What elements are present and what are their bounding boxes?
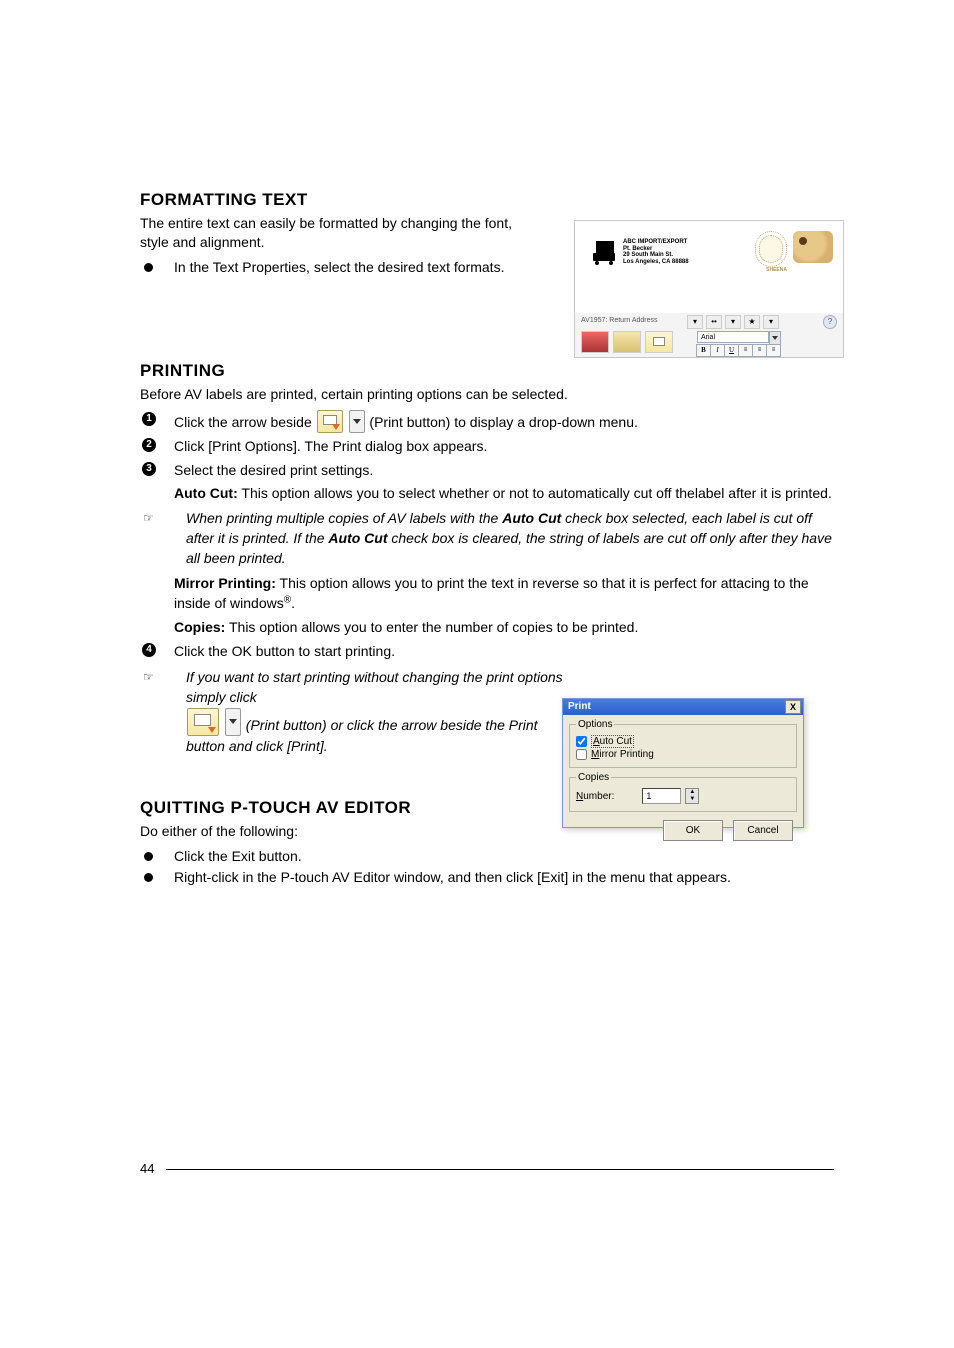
print-button-icon-big bbox=[187, 708, 219, 736]
screenshot-print-dialog: Print X Options Auto Cut Mirror Printing… bbox=[562, 698, 804, 828]
editor-dog-image bbox=[793, 231, 833, 263]
note1-autocut1: Auto Cut bbox=[502, 510, 561, 526]
editor-underline-button[interactable]: U bbox=[724, 344, 739, 357]
copies-fieldset: Copies Number: 1 ▲ ▼ bbox=[569, 772, 797, 812]
mirror-checkbox-label: Mirror Printing bbox=[591, 749, 654, 760]
editor-toolbar-button1[interactable]: ▾ bbox=[687, 315, 703, 329]
mirror-period: . bbox=[291, 595, 295, 611]
editor-thumb-1[interactable] bbox=[581, 331, 609, 353]
cancel-button[interactable]: Cancel bbox=[733, 820, 793, 841]
copies-legend: Copies bbox=[576, 772, 611, 783]
autocut-label: Auto Cut: bbox=[174, 485, 238, 501]
number-input[interactable]: 1 bbox=[642, 788, 681, 804]
dialog-close-button[interactable]: X bbox=[785, 700, 801, 714]
options-fieldset: Options Auto Cut Mirror Printing bbox=[569, 719, 797, 768]
heading-printing: PRINTING bbox=[140, 361, 834, 381]
note1-before: When printing multiple copies of AV labe… bbox=[186, 510, 502, 526]
bullet-dot-icon-2 bbox=[144, 852, 153, 861]
mirror-checkbox[interactable] bbox=[576, 749, 587, 760]
mirror-option: Mirror Printing: This option allows you … bbox=[140, 573, 834, 614]
autocut-option: Auto Cut: This option allows you to sele… bbox=[140, 483, 834, 503]
printing-step-2: 2 Click [Print Options]. The Print dialo… bbox=[140, 436, 834, 458]
options-legend: Options bbox=[576, 719, 614, 730]
printing-step1-before: Click the arrow beside bbox=[174, 414, 316, 430]
editor-toolbar-button3[interactable]: ▾ bbox=[725, 315, 741, 329]
editor-align-left-button[interactable]: ≡ bbox=[738, 344, 753, 357]
autocut-checkbox-label: Auto Cut bbox=[591, 735, 634, 748]
editor-font-dropdown[interactable] bbox=[769, 331, 781, 345]
note2a-text: If you want to start printing without ch… bbox=[186, 669, 563, 705]
printing-step-4: 4 Click the OK button to start printing. bbox=[140, 641, 834, 663]
autocut-text: This option allows you to select whether… bbox=[238, 485, 832, 501]
step-number-4-icon: 4 bbox=[142, 643, 156, 657]
dialog-title: Print bbox=[568, 701, 591, 712]
page-footer-rule bbox=[166, 1169, 834, 1170]
quitting-bullet2-text: Right-click in the P-touch AV Editor win… bbox=[174, 869, 731, 885]
editor-italic-button[interactable]: I bbox=[710, 344, 725, 357]
printing-note-2: ☞ If you want to start printing without … bbox=[140, 667, 566, 756]
spinner-up-icon[interactable]: ▲ bbox=[686, 789, 698, 796]
editor-toolbar-button4[interactable]: ▾ bbox=[763, 315, 779, 329]
editor-template-name: AV1957: Return Address bbox=[581, 317, 658, 324]
bullet-dot-icon-3 bbox=[144, 873, 153, 882]
bullet-dot-icon bbox=[144, 263, 153, 272]
note-hand-icon-2: ☞ bbox=[143, 669, 154, 686]
number-spinner[interactable]: ▲ ▼ bbox=[685, 788, 699, 804]
formatting-intro: The entire text can easily be formatted … bbox=[140, 214, 520, 252]
formatting-bullet-1: In the Text Properties, select the desir… bbox=[140, 258, 520, 278]
dropdown-arrow-icon-big bbox=[225, 708, 241, 736]
copies-label: Copies: bbox=[174, 619, 225, 635]
heading-formatting: FORMATTING TEXT bbox=[140, 190, 834, 210]
printing-step-1: 1 Click the arrow beside (Print button) … bbox=[140, 410, 834, 434]
page-number: 44 bbox=[140, 1161, 154, 1176]
printing-step-3: 3 Select the desired print settings. bbox=[140, 460, 834, 482]
page: FORMATTING TEXT The entire text can easi… bbox=[0, 0, 954, 1348]
editor-toolbar-button2[interactable]: •• bbox=[706, 315, 722, 329]
print-button-icon bbox=[317, 410, 343, 433]
note-hand-icon: ☞ bbox=[143, 510, 154, 527]
spinner-down-icon[interactable]: ▼ bbox=[686, 796, 698, 803]
editor-bold-button[interactable]: B bbox=[696, 344, 711, 357]
printing-intro: Before AV labels are printed, certain pr… bbox=[140, 385, 834, 404]
note1-autocut2: Auto Cut bbox=[328, 530, 387, 546]
copies-option: Copies: This option allows you to enter … bbox=[140, 617, 834, 637]
editor-align-right-button[interactable]: ≡ bbox=[766, 344, 781, 357]
number-label: Number: bbox=[576, 791, 614, 802]
editor-help-button[interactable]: ? bbox=[823, 315, 837, 329]
editor-font-select[interactable]: Arial bbox=[697, 331, 769, 343]
printing-step1-after: (Print button) to display a drop-down me… bbox=[369, 414, 637, 430]
ok-button[interactable]: OK bbox=[663, 820, 723, 841]
printing-step2-text: Click [Print Options]. The Print dialog … bbox=[174, 438, 487, 454]
editor-toolbar-star[interactable]: ★ bbox=[744, 315, 760, 329]
editor-stamp-icon bbox=[755, 231, 787, 267]
printing-note-1: ☞ When printing multiple copies of AV la… bbox=[140, 508, 834, 569]
editor-thumb-2[interactable] bbox=[613, 331, 641, 353]
step-number-1-icon: 1 bbox=[142, 412, 156, 426]
editor-address-text: ABC IMPORT/EXPORT Pt. Becker 29 South Ma… bbox=[623, 239, 689, 265]
printing-step3-text: Select the desired print settings. bbox=[174, 462, 373, 478]
quitting-bullet1-text: Click the Exit button. bbox=[174, 848, 302, 864]
screenshot-editor: ABC IMPORT/EXPORT Pt. Becker 29 South Ma… bbox=[574, 220, 844, 358]
editor-align-center-button[interactable]: ≡ bbox=[752, 344, 767, 357]
quitting-bullet-2: Right-click in the P-touch AV Editor win… bbox=[140, 868, 834, 888]
mirror-label: Mirror Printing: bbox=[174, 575, 276, 591]
step-number-3-icon: 3 bbox=[142, 462, 156, 476]
dropdown-arrow-icon bbox=[349, 410, 365, 433]
editor-thumb-print[interactable] bbox=[645, 331, 673, 353]
step-number-2-icon: 2 bbox=[142, 438, 156, 452]
quitting-bullet-1: Click the Exit button. bbox=[140, 847, 834, 867]
copies-text: This option allows you to enter the numb… bbox=[225, 619, 638, 635]
printing-step4-text: Click the OK button to start printing. bbox=[174, 643, 395, 659]
editor-stamp-label: SHEENA bbox=[766, 267, 787, 273]
formatting-bullet-1-text: In the Text Properties, select the desir… bbox=[174, 259, 504, 275]
autocut-checkbox[interactable] bbox=[576, 736, 587, 747]
registered-mark: ® bbox=[284, 594, 291, 605]
